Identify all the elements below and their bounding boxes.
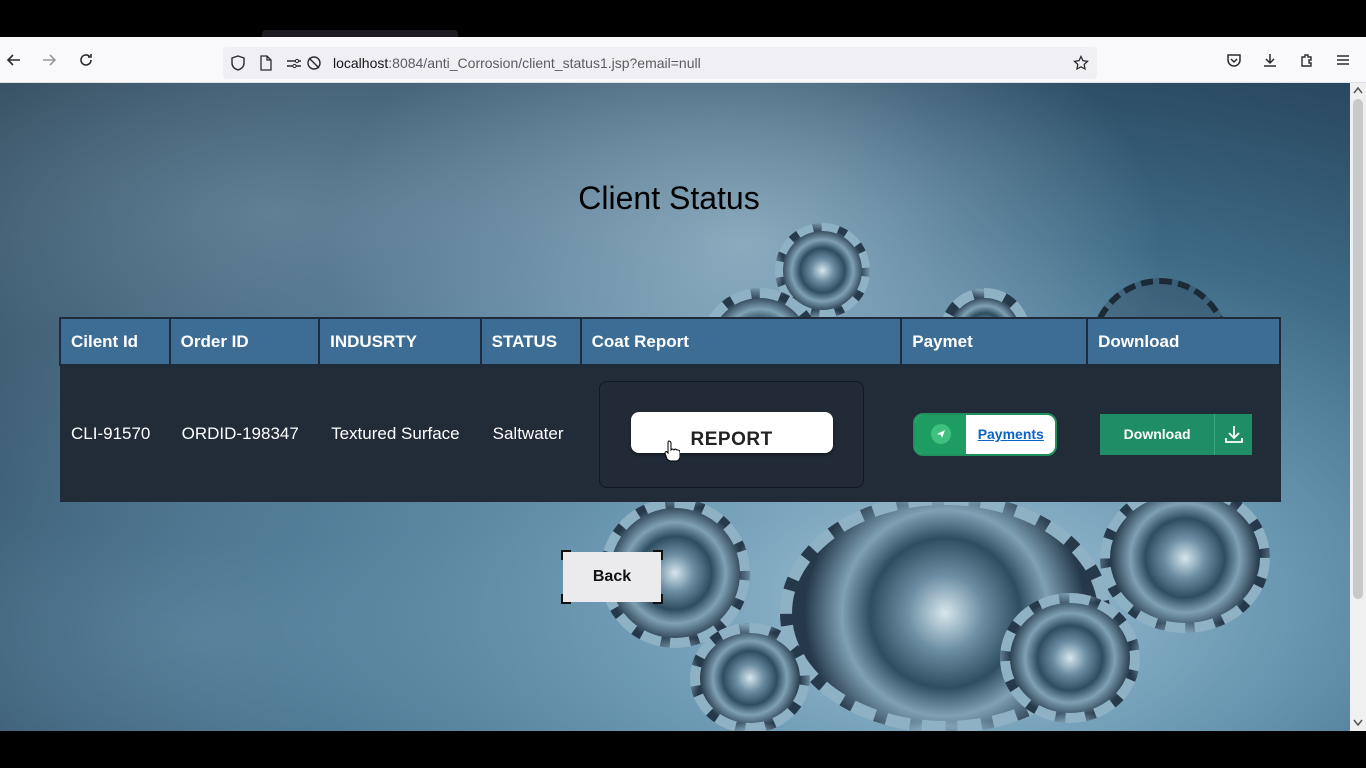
back-button[interactable]: Back xyxy=(563,552,661,602)
background-gear xyxy=(690,623,810,731)
address-bar[interactable]: localhost:8084/anti_Corrosion/client_sta… xyxy=(223,47,1097,79)
background-gear xyxy=(1100,483,1270,633)
download-icon[interactable] xyxy=(1258,48,1282,72)
column-header: Paymet xyxy=(900,317,1089,366)
payment-cell: Payments xyxy=(901,365,1089,502)
report-card: REPORT xyxy=(598,380,864,488)
shield-icon[interactable] xyxy=(229,54,247,72)
status-cell: Saltwater xyxy=(480,365,582,502)
focus-corner xyxy=(653,594,663,604)
column-header: Download xyxy=(1086,317,1281,366)
star-icon[interactable] xyxy=(1072,54,1090,72)
column-header: Cilent Id xyxy=(59,317,171,366)
vertical-scrollbar[interactable] xyxy=(1350,83,1366,731)
bottom-black-bar xyxy=(0,731,1366,768)
payment-icon-box xyxy=(915,414,967,454)
payments-button[interactable]: Payments xyxy=(913,412,1058,456)
column-header: STATUS xyxy=(479,317,582,366)
url-host: localhost xyxy=(333,55,389,71)
download-icon xyxy=(1214,413,1252,455)
report-button[interactable]: REPORT xyxy=(630,411,833,453)
page-icon[interactable] xyxy=(257,54,275,72)
reload-icon[interactable] xyxy=(74,48,98,72)
column-header: Order ID xyxy=(168,317,321,366)
column-header: Coat Report xyxy=(579,317,903,366)
coat-report-cell: REPORT xyxy=(580,365,903,502)
scroll-down-icon[interactable] xyxy=(1353,719,1363,727)
tracking-off-icon[interactable] xyxy=(305,54,323,72)
order-id-cell: ORDID-198347 xyxy=(169,365,321,502)
forward-arrow-icon[interactable] xyxy=(37,48,61,72)
permissions-icon[interactable] xyxy=(285,54,303,72)
menu-icon[interactable] xyxy=(1331,48,1355,72)
focus-corner xyxy=(561,594,571,604)
scroll-thumb[interactable] xyxy=(1353,99,1363,599)
background-gear xyxy=(1000,593,1140,723)
download-label: Download xyxy=(1123,426,1191,442)
download-cell: Download xyxy=(1087,365,1281,502)
url-path: :8084/anti_Corrosion/client_status1.jsp?… xyxy=(388,55,701,71)
payments-link[interactable]: Payments xyxy=(966,426,1055,442)
page-viewport: Client Status Cilent Id Order ID INDUSRT… xyxy=(0,83,1350,731)
focus-corner xyxy=(653,550,663,560)
extensions-icon[interactable] xyxy=(1295,48,1319,72)
hand-cursor-icon xyxy=(664,439,680,461)
industry-cell: Textured Surface xyxy=(319,365,482,502)
scroll-up-icon[interactable] xyxy=(1353,86,1363,94)
url-text[interactable]: localhost:8084/anti_Corrosion/client_sta… xyxy=(333,55,701,71)
client-status-table: Cilent Id Order ID INDUSRTY STATUS Coat … xyxy=(59,317,1281,502)
table-header-row: Cilent Id Order ID INDUSRTY STATUS Coat … xyxy=(59,317,1281,366)
top-black-bar xyxy=(0,0,1366,37)
send-icon xyxy=(930,424,951,444)
tab-strip xyxy=(262,30,458,37)
pocket-icon[interactable] xyxy=(1222,48,1246,72)
table-row: CLI-91570 ORDID-198347 Textured Surface … xyxy=(60,365,1281,502)
focus-corner xyxy=(561,550,571,560)
back-arrow-icon[interactable] xyxy=(2,48,26,72)
download-button[interactable]: Download xyxy=(1100,413,1253,455)
column-header: INDUSRTY xyxy=(318,317,482,366)
page-title: Client Status xyxy=(578,180,760,216)
client-id-cell: CLI-91570 xyxy=(60,365,171,502)
